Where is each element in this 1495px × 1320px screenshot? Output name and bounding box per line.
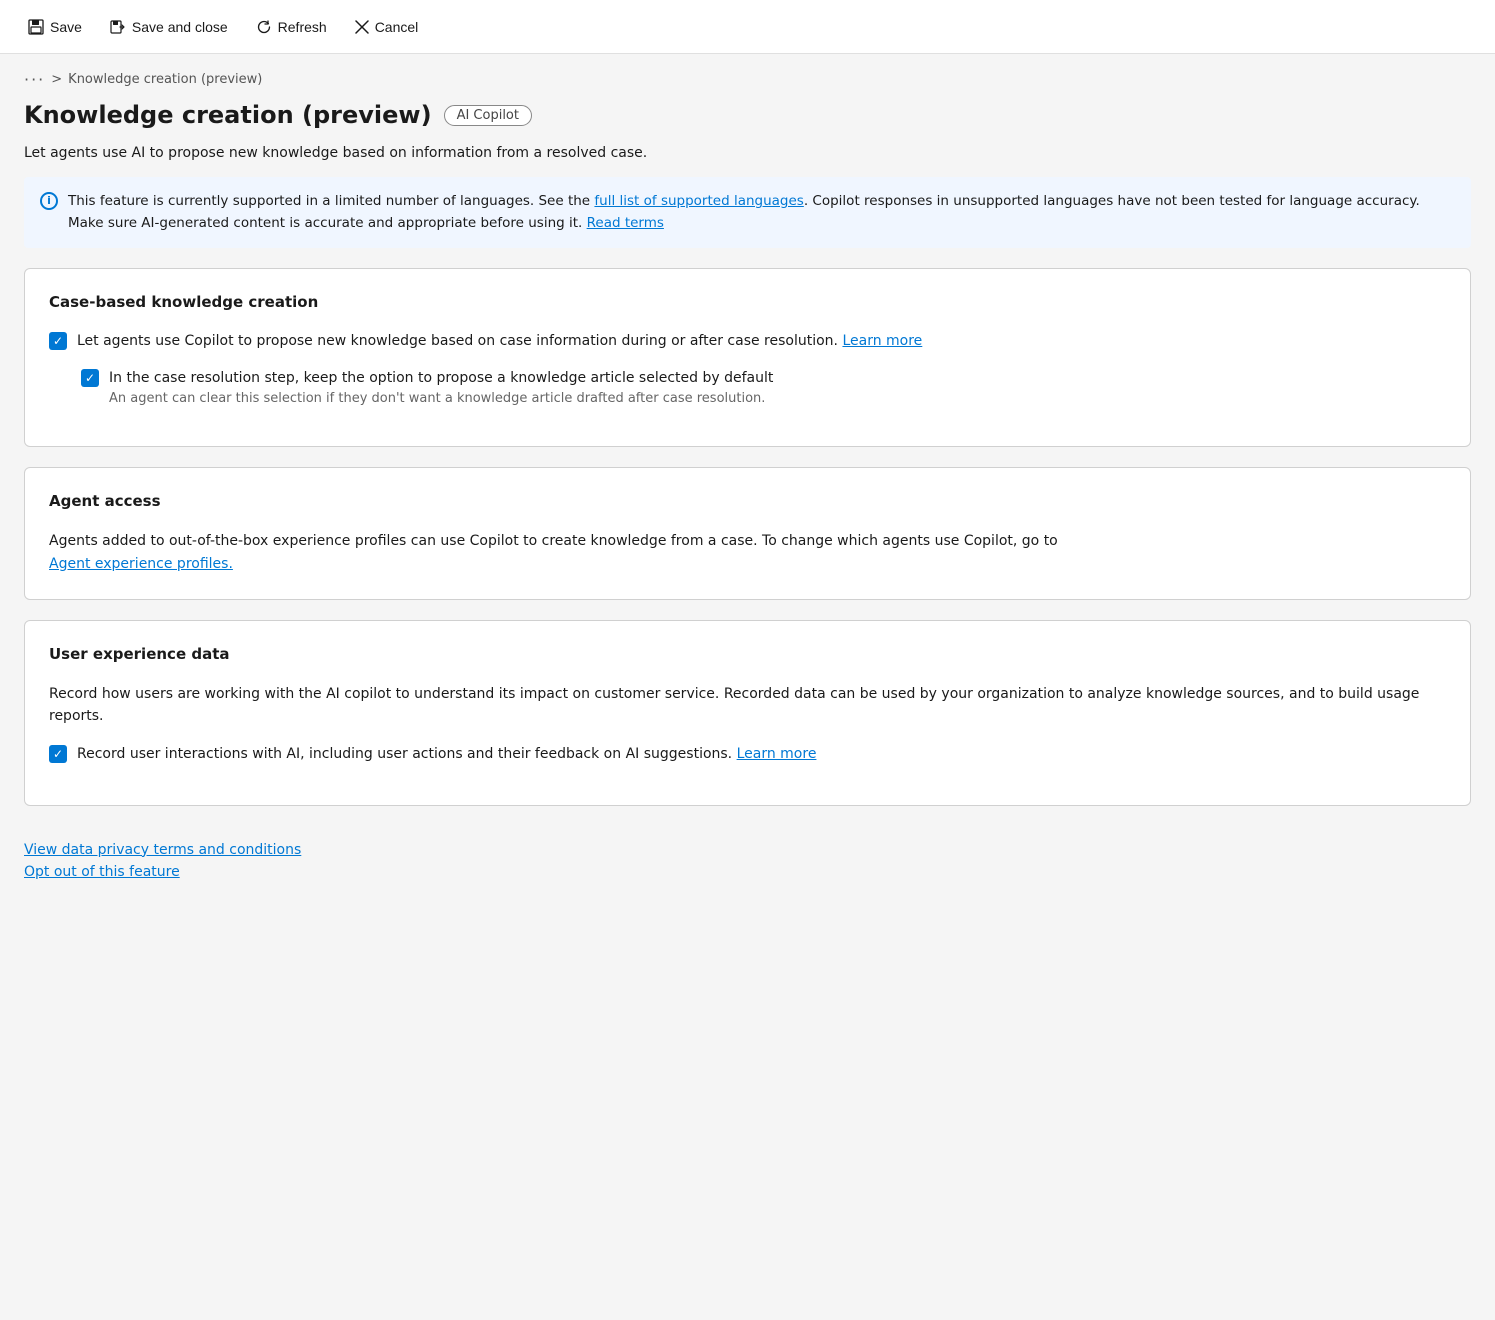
info-notice: i This feature is currently supported in… (24, 177, 1471, 248)
ux-data-card: User experience data Record how users ar… (24, 620, 1471, 806)
checkmark-1: ✓ (53, 335, 63, 347)
breadcrumb-area: ··· > Knowledge creation (preview) (0, 54, 1495, 97)
info-text-before: This feature is currently supported in a… (68, 193, 594, 209)
agent-access-card-title: Agent access (49, 492, 1446, 510)
checkmark-ux: ✓ (53, 748, 63, 760)
breadcrumb-current: Knowledge creation (preview) (68, 72, 262, 87)
cancel-icon (355, 20, 369, 34)
checkmark-2: ✓ (85, 372, 95, 384)
breadcrumb-separator: > (51, 72, 62, 87)
read-terms-link[interactable]: Read terms (587, 215, 664, 231)
footer-links: View data privacy terms and conditions O… (0, 826, 1495, 896)
refresh-icon (256, 19, 272, 35)
learn-more-link-1[interactable]: Learn more (842, 333, 922, 349)
breadcrumb: ··· > Knowledge creation (preview) (24, 70, 1471, 89)
ux-description: Record how users are working with the AI… (49, 683, 1446, 728)
save-button[interactable]: Save (16, 13, 94, 41)
ux-data-card-title: User experience data (49, 645, 1446, 663)
checkbox-row-ux: ✓ Record user interactions with AI, incl… (49, 744, 1446, 765)
agent-text-content: Agents added to out-of-the-box experienc… (49, 533, 1058, 549)
checkbox-1-content: Let agents use Copilot to propose new kn… (77, 331, 922, 352)
supported-languages-link[interactable]: full list of supported languages (594, 193, 803, 209)
page-header: Knowledge creation (preview) AI Copilot (0, 97, 1495, 145)
info-text: This feature is currently supported in a… (68, 191, 1455, 234)
refresh-button[interactable]: Refresh (244, 13, 339, 41)
save-close-icon (110, 19, 126, 35)
agent-access-text: Agents added to out-of-the-box experienc… (49, 530, 1446, 575)
agent-access-card: Agent access Agents added to out-of-the-… (24, 467, 1471, 600)
checkbox-1-label: Let agents use Copilot to propose new kn… (77, 333, 838, 349)
checkbox-ux-content: Record user interactions with AI, includ… (77, 744, 816, 765)
checkbox-row-1: ✓ Let agents use Copilot to propose new … (49, 331, 1446, 352)
case-knowledge-card: Case-based knowledge creation ✓ Let agen… (24, 268, 1471, 447)
checkbox-ux[interactable]: ✓ (49, 745, 67, 763)
refresh-label: Refresh (278, 19, 327, 35)
checkbox-2[interactable]: ✓ (81, 369, 99, 387)
page-description: Let agents use AI to propose new knowled… (0, 145, 1495, 177)
save-close-label: Save and close (132, 19, 228, 35)
page-title: Knowledge creation (preview) (24, 101, 432, 129)
opt-out-link[interactable]: Opt out of this feature (24, 864, 1471, 880)
checkbox-ux-label: Record user interactions with AI, includ… (77, 746, 732, 762)
save-label: Save (50, 19, 82, 35)
checkbox-row-2: ✓ In the case resolution step, keep the … (81, 368, 1446, 406)
checkbox-2-sublabel: An agent can clear this selection if the… (109, 391, 773, 406)
cancel-button[interactable]: Cancel (343, 13, 431, 41)
learn-more-link-ux[interactable]: Learn more (737, 746, 817, 762)
save-icon (28, 19, 44, 35)
info-icon: i (40, 192, 58, 210)
ai-copilot-badge: AI Copilot (444, 105, 532, 126)
case-knowledge-card-title: Case-based knowledge creation (49, 293, 1446, 311)
checkbox-1[interactable]: ✓ (49, 332, 67, 350)
toolbar: Save Save and close Refresh Cancel (0, 0, 1495, 54)
agent-experience-profiles-link[interactable]: Agent experience profiles. (49, 556, 233, 572)
breadcrumb-dots: ··· (24, 70, 45, 89)
checkbox-2-label: In the case resolution step, keep the op… (109, 368, 773, 389)
checkbox-2-content: In the case resolution step, keep the op… (109, 368, 773, 406)
save-close-button[interactable]: Save and close (98, 13, 240, 41)
cancel-label: Cancel (375, 19, 419, 35)
privacy-terms-link[interactable]: View data privacy terms and conditions (24, 842, 1471, 858)
